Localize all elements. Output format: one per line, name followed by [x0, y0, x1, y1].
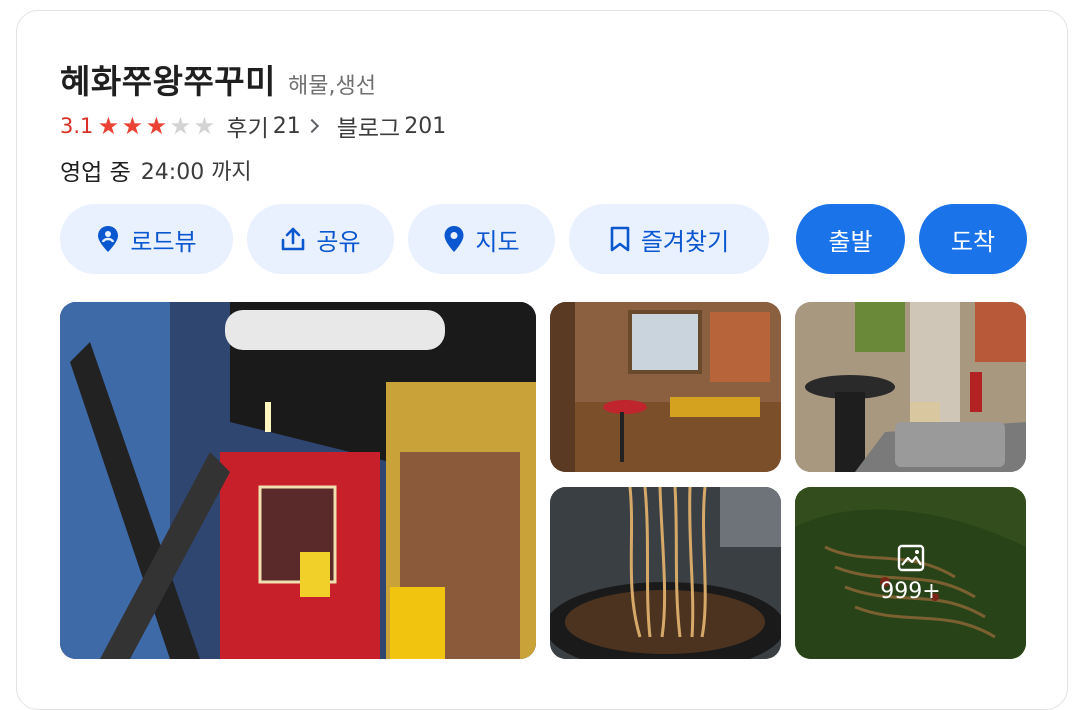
depart-button[interactable]: 출발	[796, 204, 905, 274]
photo-thumbnail[interactable]	[795, 302, 1026, 472]
more-photos-overlay: 999+	[795, 487, 1026, 659]
share-icon	[282, 227, 305, 251]
reviews-link[interactable]: 후기 21	[226, 109, 336, 143]
star-empty-icon: ★	[169, 112, 192, 140]
bookmark-icon	[610, 226, 630, 252]
arrive-label: 도착	[950, 227, 996, 256]
share-button[interactable]: 공유	[247, 204, 394, 274]
rating-row: 3.1 ★ ★ ★ ★ ★ 후기 21 블로그 201	[60, 109, 446, 143]
reviews-count: 21	[272, 113, 301, 139]
open-status: 영업 중	[60, 160, 131, 186]
map-pin-icon	[444, 226, 464, 252]
share-label: 공유	[316, 227, 361, 256]
arrive-button[interactable]: 도착	[919, 204, 1027, 274]
roadview-button[interactable]: 로드뷰	[60, 204, 233, 274]
depart-label: 출발	[828, 227, 873, 256]
star-filled-icon: ★	[121, 112, 144, 140]
photo-thumbnail[interactable]	[550, 487, 781, 659]
star-filled-icon: ★	[97, 112, 120, 140]
save-label: 즐겨찾기	[640, 227, 730, 256]
status-row: 영업 중 24:00 까지	[60, 153, 252, 187]
save-button[interactable]: 즐겨찾기	[569, 204, 769, 274]
title-row: 혜화쭈왕쭈꾸미 해물,생선	[60, 55, 376, 103]
star-rating: ★ ★ ★ ★ ★	[96, 114, 216, 138]
roadview-label: 로드뷰	[130, 227, 197, 256]
interior-image	[550, 302, 781, 472]
blog-link[interactable]: 블로그 201	[337, 109, 446, 143]
table-image	[795, 302, 1026, 472]
closing-hours: 24:00 까지	[140, 160, 252, 185]
reviews-label: 후기	[226, 116, 269, 142]
place-name[interactable]: 혜화쭈왕쭈꾸미	[60, 55, 276, 103]
noodle-image	[550, 487, 781, 659]
roadview-pin-icon	[98, 226, 119, 252]
more-photos-count: 999+	[880, 578, 941, 604]
main-photo[interactable]	[60, 302, 536, 659]
photo-thumbnail[interactable]	[550, 302, 781, 472]
blog-label: 블로그	[336, 116, 401, 142]
star-filled-icon: ★	[145, 112, 168, 140]
rating-score: 3.1	[60, 114, 94, 138]
map-label: 지도	[475, 227, 520, 256]
blog-count: 201	[404, 113, 447, 139]
photo-gallery-more[interactable]: 999+	[795, 487, 1026, 659]
map-button[interactable]: 지도	[408, 204, 555, 274]
restaurant-entrance-image	[60, 302, 536, 659]
chevron-right-icon	[304, 118, 319, 134]
image-icon	[897, 544, 924, 571]
place-card: 혜화쭈왕쭈꾸미 해물,생선 3.1 ★ ★ ★ ★ ★ 후기 21 블로그 20…	[16, 10, 1068, 710]
star-empty-icon: ★	[193, 112, 216, 140]
place-category: 해물,생선	[288, 74, 376, 99]
